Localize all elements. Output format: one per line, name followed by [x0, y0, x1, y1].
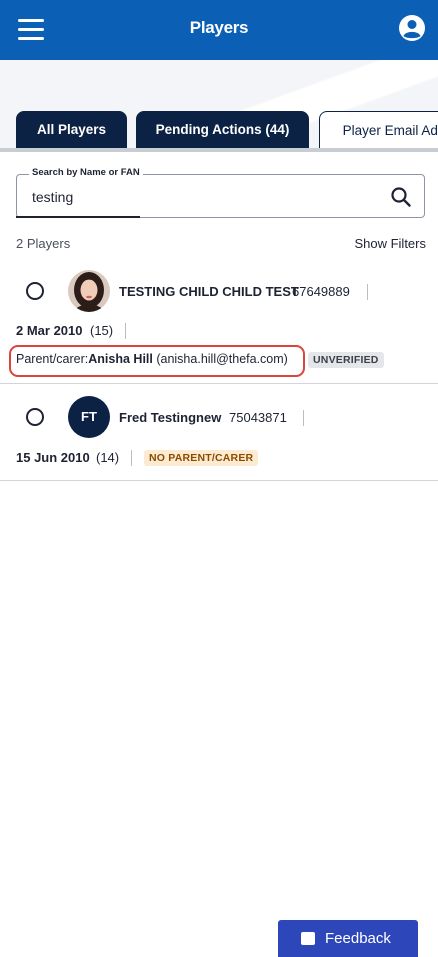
player-name[interactable]: TESTING CHILD CHILD TEST [119, 284, 299, 299]
search-value[interactable]: testing [32, 189, 73, 205]
avatar [68, 270, 110, 312]
page-title: Players [189, 18, 249, 37]
highlight-annotation [9, 345, 305, 377]
feedback-icon [301, 932, 315, 945]
account-circle-icon[interactable] [398, 14, 426, 42]
tab-pending-actions[interactable]: Pending Actions (44) [136, 111, 309, 149]
player-fan: 67649889 [292, 284, 350, 299]
row-divider [0, 383, 438, 384]
player-age: (14) [96, 450, 120, 465]
tab-player-email[interactable]: Player Email Add [319, 111, 438, 149]
tab-underline [0, 148, 438, 152]
avatar-photo [68, 270, 110, 312]
status-badge: NO PARENT/CARER [144, 450, 259, 466]
player-count: 2 Players [16, 236, 71, 251]
tab-all-players[interactable]: All Players [16, 111, 127, 149]
player-name[interactable]: Fred Testingnew [119, 410, 221, 425]
search-input[interactable]: Search by Name or FAN testing [16, 167, 425, 218]
tab-bar: All Players Pending Actions (44) Player … [0, 111, 438, 153]
show-filters-button[interactable]: Show Filters [354, 236, 426, 251]
separator [367, 284, 368, 300]
player-dob: 2 Mar 2010 [16, 323, 83, 338]
player-dob: 15 Jun 2010 [16, 450, 90, 465]
select-radio[interactable] [26, 408, 44, 426]
separator [125, 323, 126, 339]
feedback-label: Feedback [325, 930, 391, 947]
avatar: FT [68, 396, 110, 438]
search-icon[interactable] [390, 186, 412, 208]
select-radio[interactable] [26, 282, 44, 300]
search-label: Search by Name or FAN [29, 167, 143, 178]
player-age: (15) [90, 323, 114, 338]
app-bar: Players [0, 0, 438, 60]
status-badge: UNVERIFIED [308, 352, 384, 368]
separator [131, 450, 132, 466]
player-fan: 75043871 [229, 410, 287, 425]
row-divider [0, 480, 438, 481]
feedback-button[interactable]: Feedback [278, 920, 418, 957]
search-focus-underline [16, 216, 140, 218]
separator [303, 410, 304, 426]
